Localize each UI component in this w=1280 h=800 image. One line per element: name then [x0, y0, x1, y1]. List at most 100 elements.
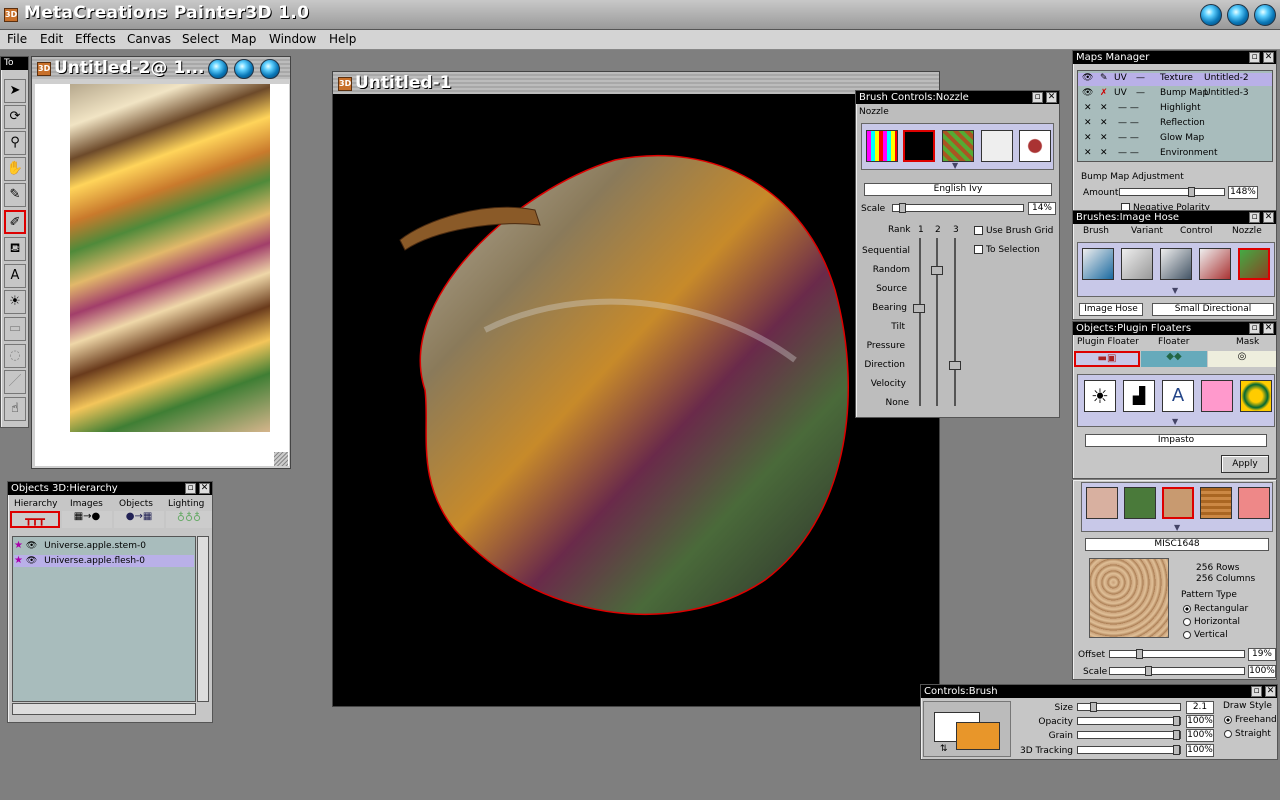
- amount-value[interactable]: 148%: [1228, 186, 1258, 199]
- lights-icon[interactable]: ♁♁♁: [166, 511, 212, 528]
- amount-slider-knob[interactable]: [1188, 187, 1195, 197]
- nozzle-thumb[interactable]: [1019, 130, 1051, 162]
- eye-off-icon[interactable]: ✕: [1084, 103, 1092, 113]
- eye-icon[interactable]: 👁: [1082, 73, 1093, 83]
- radio-button[interactable]: [1224, 729, 1232, 738]
- brushes-tab-nozzle[interactable]: Nozzle: [1232, 226, 1262, 236]
- maps-float-button[interactable]: ▫: [1249, 52, 1260, 63]
- opacity-value[interactable]: 100%: [1186, 715, 1214, 728]
- pattern-scale-value[interactable]: 100%: [1248, 665, 1276, 678]
- map-row[interactable]: ✕ ✕ — — Highlight: [1078, 103, 1272, 116]
- tab-hierarchy[interactable]: Hierarchy: [14, 499, 58, 509]
- pattern-scale-slider[interactable]: [1109, 666, 1245, 676]
- brush-tool-icon[interactable]: ✐: [4, 210, 26, 234]
- brushes-tab-variant[interactable]: Variant: [1131, 226, 1163, 236]
- tracking-value[interactable]: 100%: [1186, 744, 1214, 757]
- text-plugin-icon[interactable]: A: [1162, 380, 1194, 412]
- rect-select-tool-icon[interactable]: ▭: [4, 317, 26, 341]
- hierarchy-vscrollbar[interactable]: [197, 536, 209, 702]
- hierarchy-hscrollbar[interactable]: [12, 703, 196, 715]
- texture-plugin-icon[interactable]: [1201, 380, 1233, 412]
- text-tool-icon[interactable]: A: [4, 264, 26, 288]
- eye-icon[interactable]: 👁: [1082, 88, 1093, 98]
- tab-lighting[interactable]: Lighting: [168, 499, 204, 509]
- rank-3-knob[interactable]: [949, 361, 961, 370]
- scale-slider[interactable]: [892, 203, 1024, 213]
- secondary-color-swatch[interactable]: [956, 722, 1000, 750]
- line-tool-icon[interactable]: ／: [4, 370, 26, 394]
- rank-1-knob[interactable]: [913, 304, 925, 313]
- tracking-slider[interactable]: [1077, 745, 1181, 755]
- hierarchy-close-button[interactable]: ✕: [199, 483, 210, 494]
- images-link-icon[interactable]: ▦→●: [62, 511, 112, 528]
- menu-window[interactable]: Window: [269, 32, 316, 46]
- map-row[interactable]: ✕ ✕ — — Environment: [1078, 148, 1272, 161]
- maps-close-button[interactable]: ✕: [1263, 52, 1274, 63]
- minimize-button[interactable]: [1200, 4, 1222, 26]
- size-slider[interactable]: [1077, 702, 1181, 712]
- zoom-tool-icon[interactable]: ⚲: [4, 131, 26, 155]
- brush-name-field[interactable]: Image Hose: [1079, 303, 1143, 316]
- nozzle-float-button[interactable]: ▫: [1032, 92, 1043, 103]
- pattern-type-horizontal[interactable]: Horizontal: [1183, 617, 1240, 627]
- lasso-tool-icon[interactable]: ◌: [4, 344, 26, 368]
- amount-slider[interactable]: [1119, 187, 1225, 197]
- use-brush-grid-checkbox[interactable]: Use Brush Grid: [974, 226, 1053, 236]
- controls-close-button[interactable]: ✕: [1265, 686, 1276, 697]
- variant-name-field[interactable]: Small Directional: [1152, 303, 1274, 316]
- hand-tool-icon[interactable]: ✋: [4, 157, 26, 181]
- maximize-button[interactable]: [1227, 4, 1249, 26]
- grabber-tool-icon[interactable]: ☝: [4, 397, 26, 421]
- bucket-tool-icon[interactable]: ⛾: [4, 237, 26, 261]
- hierarchy-tree-icon[interactable]: ┳┳┳: [10, 511, 60, 528]
- controls-float-button[interactable]: ▫: [1251, 686, 1262, 697]
- rank-track-2[interactable]: [936, 238, 938, 406]
- pencil-off-icon[interactable]: ✕: [1100, 103, 1108, 113]
- brushes-tab-brush[interactable]: Brush: [1083, 226, 1109, 236]
- nozzle-thumb[interactable]: [981, 130, 1013, 162]
- tab-images[interactable]: Images: [70, 499, 103, 509]
- light-tool-icon[interactable]: ☀: [4, 290, 26, 314]
- scale-slider-knob[interactable]: [899, 203, 906, 213]
- floater-icon[interactable]: ◆◆: [1141, 351, 1207, 367]
- library-drawer-arrow-icon[interactable]: ▼: [1172, 417, 1178, 426]
- rank-track-1[interactable]: [919, 238, 921, 406]
- list-item[interactable]: ★ 👁 Universe.apple.stem-0: [14, 540, 194, 552]
- nozzle-close-button[interactable]: ✕: [1046, 92, 1057, 103]
- eye-off-icon[interactable]: ✕: [1084, 133, 1092, 143]
- close-button[interactable]: [1254, 4, 1276, 26]
- pencil-off-icon[interactable]: ✕: [1100, 118, 1108, 128]
- grain-value[interactable]: 100%: [1186, 729, 1214, 742]
- eye-icon[interactable]: 👁: [26, 541, 37, 551]
- size-value[interactable]: 2.1: [1186, 701, 1214, 714]
- image-hose-icon[interactable]: [1238, 248, 1270, 280]
- eye-off-icon[interactable]: ✕: [1084, 148, 1092, 158]
- pattern-thumb[interactable]: [1200, 487, 1232, 519]
- tab-mask[interactable]: Mask: [1236, 337, 1259, 347]
- offset-slider[interactable]: [1109, 649, 1245, 659]
- map-row[interactable]: ✕ ✕ — — Glow Map: [1078, 133, 1272, 146]
- tab-floater[interactable]: Floater: [1158, 337, 1189, 347]
- plugin-float-button[interactable]: ▫: [1249, 323, 1260, 334]
- scale-value[interactable]: 14%: [1028, 202, 1056, 215]
- crayon-icon[interactable]: [1199, 248, 1231, 280]
- pattern-thumb-selected[interactable]: [1162, 487, 1194, 519]
- rotate-tool-icon[interactable]: ⟳: [4, 105, 26, 129]
- draw-style-straight[interactable]: Straight: [1224, 729, 1271, 739]
- brightness-plugin-icon[interactable]: ☀: [1084, 380, 1116, 412]
- plugin-name-field[interactable]: Impasto: [1085, 434, 1267, 447]
- checkbox-box[interactable]: [974, 245, 983, 254]
- menu-edit[interactable]: Edit: [40, 32, 63, 46]
- offset-slider-knob[interactable]: [1136, 649, 1143, 659]
- grain-slider-knob[interactable]: [1173, 730, 1180, 740]
- brushes-float-button[interactable]: ▫: [1249, 212, 1260, 223]
- opacity-slider-knob[interactable]: [1173, 716, 1180, 726]
- radio-button[interactable]: [1183, 604, 1191, 613]
- to-selection-checkbox[interactable]: To Selection: [974, 245, 1040, 255]
- opacity-slider[interactable]: [1077, 716, 1181, 726]
- pattern-thumb[interactable]: [1086, 487, 1118, 519]
- rank-2-knob[interactable]: [931, 266, 943, 275]
- doc2-resize-grip[interactable]: [274, 452, 288, 466]
- map-row[interactable]: 👁 ✗ UV — Bump Map Untitled-3: [1078, 88, 1272, 101]
- pattern-type-rectangular[interactable]: Rectangular: [1183, 604, 1248, 614]
